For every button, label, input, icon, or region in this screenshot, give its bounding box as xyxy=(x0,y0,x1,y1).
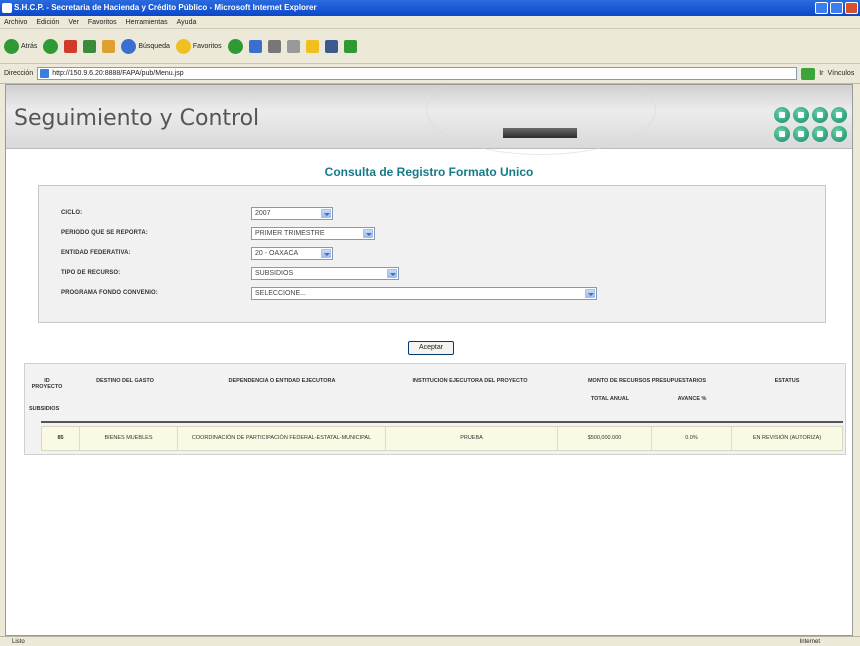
go-label: Ir xyxy=(819,70,824,77)
messenger-icon[interactable] xyxy=(324,39,338,53)
programa-label: PROGRAMA FONDO CONVENIO: xyxy=(61,290,158,296)
banner-title: Seguimiento y Control xyxy=(14,106,260,131)
links-label[interactable]: Vínculos xyxy=(827,70,854,77)
ciclo-select[interactable]: 2007 xyxy=(251,206,333,220)
table-separator xyxy=(41,421,843,423)
site-banner: Seguimiento y Control xyxy=(6,85,852,155)
tools-icon[interactable] xyxy=(343,39,357,53)
menu-bar: Archivo Edición Ver Favoritos Herramient… xyxy=(0,16,860,29)
search-icon xyxy=(121,38,137,54)
group-label: SUBSIDIOS xyxy=(29,406,60,412)
minus-icon[interactable] xyxy=(793,126,809,142)
back-arrow-icon xyxy=(4,38,19,54)
cell-total: $500,000.000 xyxy=(558,427,652,450)
help-icon[interactable] xyxy=(831,126,847,142)
forward-arrow-icon[interactable] xyxy=(43,38,59,54)
cell-avance: 0.0% xyxy=(652,427,732,450)
window-titlebar: S.H.C.P. - Secretaria de Hacienda y Créd… xyxy=(0,0,860,16)
minimize-button[interactable] xyxy=(815,2,828,14)
menu-edicion[interactable]: Edición xyxy=(36,16,59,28)
menu-ayuda[interactable]: Ayuda xyxy=(177,16,197,28)
cell-institucion: PRUEBA xyxy=(386,427,558,450)
exit-icon[interactable] xyxy=(831,107,847,123)
chevron-down-icon xyxy=(387,268,397,278)
banner-bar xyxy=(503,128,577,138)
chevron-down-icon xyxy=(321,248,331,258)
chevron-down-icon xyxy=(363,228,373,238)
entidad-label: ENTIDAD FEDERATIVA: xyxy=(61,250,131,256)
zone-label: Internet xyxy=(799,639,820,645)
header-institucion: INSTITUCION EJECUTORA DEL PROYECTO xyxy=(412,378,528,384)
header-avance: AVANCE % xyxy=(677,396,707,402)
periodo-label: PERIODO QUE SE REPORTA: xyxy=(61,230,148,236)
back-button[interactable]: Atrás xyxy=(4,38,37,54)
periodo-select[interactable]: PRIMER TRIMESTRE xyxy=(251,226,375,240)
tipo-select[interactable]: SUBSIDIOS xyxy=(251,266,399,280)
table-row[interactable]: 85 BIENES MUEBLES COORDINACIÓN DE PARTIC… xyxy=(41,426,843,451)
header-monto: MONTO DE RECURSOS PRESUPUESTARIOS xyxy=(587,378,707,384)
header-id: ID PROYECTO xyxy=(31,378,63,390)
ciclo-label: CICLO: xyxy=(61,210,83,216)
menu-herramientas[interactable]: Herramientas xyxy=(126,16,168,28)
tipo-row: TIPO DE RECURSO: SUBSIDIOS xyxy=(61,266,399,280)
header-dependencia: DEPENDENCIA O ENTIDAD EJECUTORA xyxy=(228,378,336,384)
ie-icon xyxy=(2,3,12,13)
status-bar: Listo Internet xyxy=(0,636,860,646)
header-total: TOTAL ANUAL xyxy=(590,396,630,402)
page-viewport: Seguimiento y Control Consulta de Regist… xyxy=(5,84,853,636)
edit-icon[interactable] xyxy=(286,39,300,53)
close-button[interactable] xyxy=(845,2,858,14)
cell-dependencia: COORDINACIÓN DE PARTICIPACIÓN FEDERAL-ES… xyxy=(178,427,386,450)
stop-icon[interactable] xyxy=(64,39,78,53)
window-controls xyxy=(815,2,858,14)
mail-icon[interactable] xyxy=(248,39,262,53)
filter-form: CICLO: 2007 PERIODO QUE SE REPORTA: PRIM… xyxy=(38,185,826,323)
browser-toolbar: Atrás Búsqueda Favoritos xyxy=(0,29,860,64)
page-icon xyxy=(40,69,50,78)
chevron-down-icon xyxy=(585,288,595,298)
search-button[interactable]: Búsqueda xyxy=(121,38,170,54)
periodo-row: PERIODO QUE SE REPORTA: PRIMER TRIMESTRE xyxy=(61,226,375,240)
phone-icon[interactable] xyxy=(774,107,790,123)
entidad-row: ENTIDAD FEDERATIVA: 20 - OAXACA xyxy=(61,246,333,260)
print-icon[interactable] xyxy=(267,39,281,53)
nav-icons xyxy=(774,107,850,142)
cell-estatus: EN REVISIÓN (AUTORIZA) xyxy=(752,435,822,441)
folder-icon[interactable] xyxy=(305,39,319,53)
favorites-button[interactable]: Favoritos xyxy=(175,38,222,54)
back-icon[interactable] xyxy=(774,126,790,142)
window-title: S.H.C.P. - Secretaria de Hacienda y Créd… xyxy=(14,3,317,12)
ciclo-row: CICLO: 2007 xyxy=(61,206,333,220)
refresh-icon[interactable] xyxy=(83,39,97,53)
go-button[interactable] xyxy=(801,67,816,80)
page-title: Consulta de Registro Formato Unico xyxy=(324,165,534,179)
header-destino: DESTINO DEL GASTO xyxy=(96,378,154,384)
address-input[interactable]: http://150.9.6.20:8888/FAPA/pub/Menu.jsp xyxy=(37,67,798,80)
menu-ver[interactable]: Ver xyxy=(68,16,79,28)
chevron-down-icon xyxy=(321,208,331,218)
tipo-label: TIPO DE RECURSO: xyxy=(61,270,121,276)
home-icon[interactable] xyxy=(102,39,116,53)
address-bar: Dirección http://150.9.6.20:8888/FAPA/pu… xyxy=(0,64,860,84)
programa-row: PROGRAMA FONDO CONVENIO: SELECCIONE... xyxy=(61,286,597,300)
accept-button[interactable]: Aceptar xyxy=(408,341,454,355)
forward-icon[interactable] xyxy=(812,126,828,142)
address-label: Dirección xyxy=(4,70,34,77)
banner-decoration xyxy=(426,85,656,155)
cell-destino: BIENES MUEBLES xyxy=(80,427,178,450)
status-text: Listo xyxy=(12,639,25,645)
programa-select[interactable]: SELECCIONE... xyxy=(251,286,597,300)
globe-icon[interactable] xyxy=(793,107,809,123)
entidad-select[interactable]: 20 - OAXACA xyxy=(251,246,333,260)
star-icon xyxy=(175,38,191,54)
header-estatus: ESTATUS xyxy=(774,378,800,384)
menu-favoritos[interactable]: Favoritos xyxy=(88,16,117,28)
results-table: ID PROYECTO DESTINO DEL GASTO DEPENDENCI… xyxy=(24,363,846,455)
history-icon[interactable] xyxy=(227,38,243,54)
up-icon[interactable] xyxy=(812,107,828,123)
menu-archivo[interactable]: Archivo xyxy=(4,16,27,28)
cell-id[interactable]: 85 xyxy=(42,427,80,450)
maximize-button[interactable] xyxy=(830,2,843,14)
